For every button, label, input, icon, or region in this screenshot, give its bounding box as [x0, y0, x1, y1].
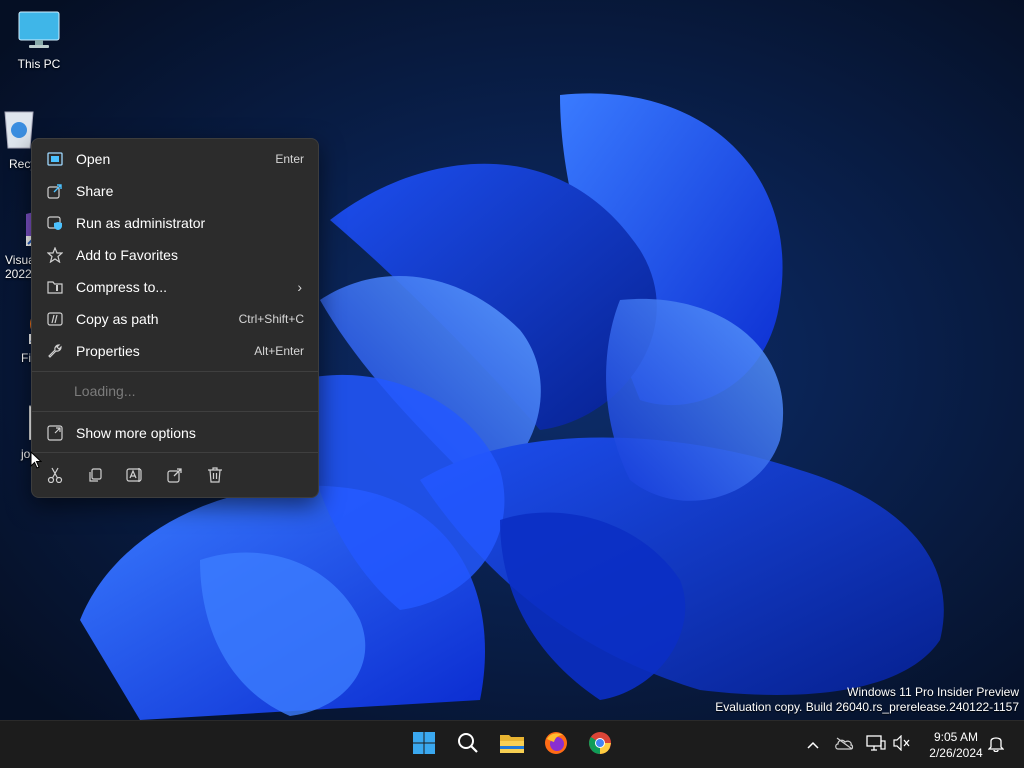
file-explorer-icon — [499, 732, 525, 759]
menu-item-add-to-favorites[interactable]: Add to Favorites — [36, 240, 314, 270]
show-hidden-icons-button[interactable] — [803, 735, 823, 755]
menu-item-copy-as-path[interactable]: Copy as path Ctrl+Shift+C — [36, 304, 314, 334]
menu-item-share[interactable]: Share — [36, 176, 314, 206]
notifications-button[interactable] — [986, 735, 1006, 755]
bell-icon — [987, 734, 1005, 757]
watermark-line-1: Windows 11 Pro Insider Preview — [847, 685, 1019, 699]
evaluation-watermark: Windows 11 Pro Insider Preview Evaluatio… — [715, 685, 1019, 715]
start-icon — [412, 731, 436, 760]
onedrive-tray[interactable] — [834, 735, 854, 755]
cut-button[interactable] — [40, 461, 70, 491]
open-icon — [46, 150, 64, 168]
shield-icon — [46, 214, 64, 232]
cut-icon — [47, 467, 63, 486]
rename-button[interactable] — [120, 461, 150, 491]
taskbar: 9:05 AM 2/26/2024 — [0, 720, 1024, 768]
menu-item-open[interactable]: Open Enter — [36, 144, 314, 174]
delete-icon — [207, 466, 223, 486]
menu-item-compress[interactable]: Compress to... › — [36, 272, 314, 302]
volume-muted-icon — [893, 734, 911, 756]
copy-icon — [87, 467, 103, 486]
context-menu: Open Enter Share Run as administrator Ad… — [31, 138, 319, 498]
desktop-icon-label: This PC — [17, 57, 61, 71]
chrome-icon — [588, 731, 612, 760]
watermark-line-2: Evaluation copy. Build 26040.rs_prerelea… — [715, 700, 1019, 714]
expand-icon — [46, 424, 64, 442]
chevron-right-icon: › — [297, 279, 302, 295]
menu-divider — [32, 452, 318, 453]
volume-tray[interactable] — [892, 734, 912, 756]
share-button[interactable] — [160, 461, 190, 491]
network-tray[interactable] — [866, 734, 886, 756]
chevron-up-icon — [807, 736, 819, 754]
menu-divider — [32, 371, 318, 372]
desktop-icon-this-pc[interactable]: This PC — [1, 10, 77, 71]
star-icon — [46, 246, 64, 264]
menu-loading-text: Loading... — [74, 383, 136, 399]
wrench-icon — [46, 342, 64, 360]
clock-time: 9:05 AM — [933, 730, 979, 744]
share-icon — [167, 467, 183, 486]
copy-button[interactable] — [80, 461, 110, 491]
copy-path-icon — [46, 310, 64, 328]
onedrive-icon — [834, 736, 854, 755]
share-icon — [46, 182, 64, 200]
zip-folder-icon — [46, 278, 64, 296]
search-button[interactable] — [450, 727, 486, 763]
taskbar-clock[interactable]: 9:05 AM 2/26/2024 — [918, 729, 994, 761]
menu-item-show-more-options[interactable]: Show more options — [36, 418, 314, 448]
firefox-button[interactable] — [538, 727, 574, 763]
menu-divider — [32, 411, 318, 412]
firefox-icon — [544, 731, 568, 760]
rename-icon — [126, 467, 144, 486]
search-icon — [457, 732, 479, 759]
start-button[interactable] — [406, 727, 442, 763]
file-explorer-button[interactable] — [494, 727, 530, 763]
monitor-icon — [1, 10, 77, 53]
chrome-button[interactable] — [582, 727, 618, 763]
mouse-cursor — [30, 450, 43, 474]
menu-item-run-as-admin[interactable]: Run as administrator — [36, 208, 314, 238]
delete-button[interactable] — [200, 461, 230, 491]
network-icon — [866, 734, 886, 756]
clock-date: 2/26/2024 — [929, 746, 983, 760]
menu-item-properties[interactable]: Properties Alt+Enter — [36, 336, 314, 366]
